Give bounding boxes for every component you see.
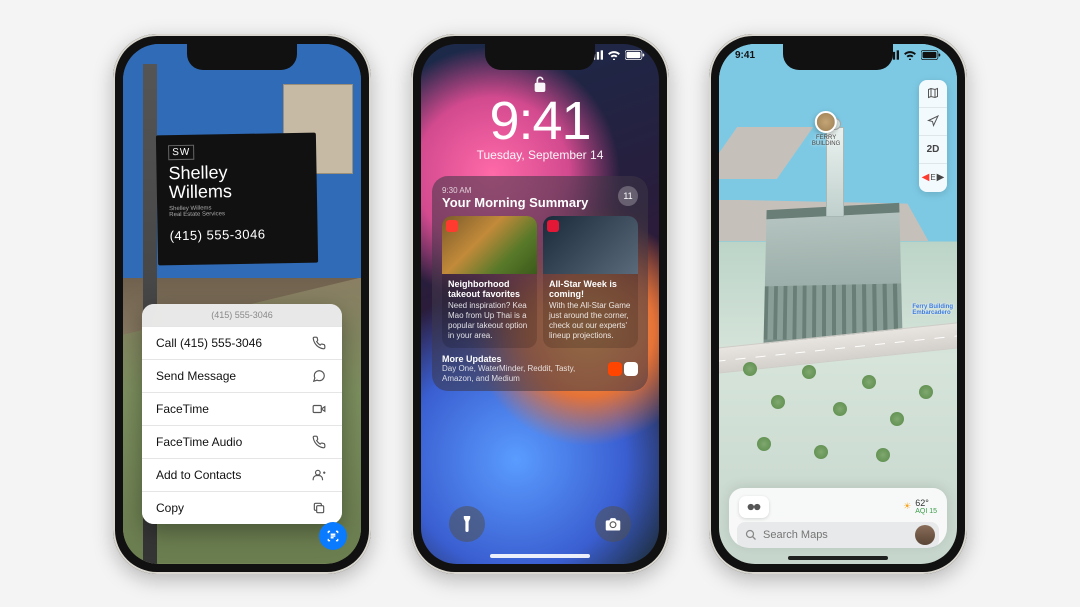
action-label: Add to Contacts — [156, 468, 241, 482]
landmark-marker[interactable]: FERRY BUILDING — [812, 111, 840, 147]
sun-icon: ☀ — [903, 501, 911, 512]
compass-button[interactable]: ◀E▶ — [919, 164, 947, 192]
notch — [783, 44, 893, 70]
copy-icon — [312, 501, 328, 515]
phone-3-maps: 9:41 FERRY BUILDING Ferry Building Embar… — [709, 34, 967, 574]
maps-view[interactable]: 9:41 FERRY BUILDING Ferry Building Embar… — [719, 44, 957, 564]
status-time: 9:41 — [735, 50, 755, 61]
wifi-icon — [607, 50, 621, 60]
camera-viewfinder: SW Shelley Willems Shelley Willems Real … — [123, 44, 361, 564]
look-around-button[interactable] — [739, 496, 769, 518]
app-icon — [624, 362, 638, 376]
aqi: AQI 15 — [915, 508, 937, 515]
wifi-icon — [903, 50, 917, 60]
more-updates[interactable]: More Updates Day One, WaterMinder, Reddi… — [442, 354, 638, 383]
action-label: FaceTime — [156, 402, 209, 416]
notification-summary[interactable]: 9:30 AM Your Morning Summary 11 Neighbor… — [432, 176, 648, 392]
search-card[interactable]: ☀ 62° AQI 15 — [729, 488, 947, 548]
more-desc: Day One, WaterMinder, Reddit, Tasty, Ama… — [442, 364, 602, 383]
action-add-contact[interactable]: Add to Contacts — [142, 458, 342, 491]
home-indicator[interactable] — [788, 556, 888, 560]
battery-icon — [625, 50, 645, 60]
view-mode-button[interactable]: 2D — [919, 136, 947, 164]
more-app-icons — [608, 362, 638, 376]
ferry-building-3d — [763, 208, 902, 346]
temperature: 62° — [915, 499, 937, 508]
action-label: Send Message — [156, 369, 236, 383]
sign-name: Shelley Willems — [168, 161, 305, 201]
more-title: More Updates — [442, 354, 602, 364]
action-facetime[interactable]: FaceTime — [142, 392, 342, 425]
marker-icon — [815, 111, 837, 133]
action-label: Call (415) 555-3046 — [156, 336, 262, 350]
card-desc: Need inspiration? Kea Mao from Up Thai i… — [448, 301, 531, 341]
lock-icon — [532, 74, 548, 94]
marker-label: FERRY BUILDING — [812, 135, 840, 147]
battery-icon — [921, 50, 941, 60]
message-icon — [312, 369, 328, 383]
phone-icon — [312, 435, 328, 449]
card-title: Neighborhood takeout favorites — [448, 279, 531, 300]
card-desc: With the All-Star Game just around the c… — [549, 301, 632, 341]
transit-label[interactable]: Ferry Building Embarcadero — [912, 304, 953, 316]
action-sheet: (415) 555-3046 Call (415) 555-3046 Send … — [142, 304, 342, 524]
map-mode-button[interactable] — [919, 80, 947, 108]
app-badge-icon — [446, 220, 458, 232]
card-image — [543, 216, 638, 274]
profile-avatar[interactable] — [915, 525, 935, 545]
weather-pill[interactable]: ☀ 62° AQI 15 — [903, 499, 937, 515]
summary-count: 11 — [618, 186, 638, 206]
card-image — [442, 216, 537, 274]
card-title: All-Star Week is coming! — [549, 279, 632, 300]
lock-screen: 9:41 Tuesday, September 14 9:30 AM Your … — [421, 44, 659, 564]
action-call[interactable]: Call (415) 555-3046 — [142, 326, 342, 359]
home-indicator[interactable] — [490, 554, 590, 558]
action-label: FaceTime Audio — [156, 435, 242, 449]
live-text-button[interactable] — [319, 522, 347, 550]
contact-add-icon — [312, 468, 328, 482]
sign-phone: (415) 555-3046 — [169, 225, 305, 242]
app-badge-icon — [547, 220, 559, 232]
summary-card-1[interactable]: Neighborhood takeout favorites Need insp… — [442, 216, 537, 349]
sheet-header: (415) 555-3046 — [142, 304, 342, 326]
detected-sign: SW Shelley Willems Shelley Willems Real … — [156, 132, 318, 265]
date: Tuesday, September 14 — [477, 148, 604, 162]
sign-logo: SW — [168, 144, 194, 159]
search-icon — [745, 529, 757, 541]
notch — [485, 44, 595, 70]
notch — [187, 44, 297, 70]
phone-2-lockscreen: 9:41 Tuesday, September 14 9:30 AM Your … — [411, 34, 669, 574]
location-button[interactable] — [919, 108, 947, 136]
search-input[interactable] — [737, 522, 939, 548]
compass-label: E — [930, 173, 935, 182]
video-icon — [312, 402, 328, 416]
summary-title: Your Morning Summary — [442, 195, 588, 210]
action-copy[interactable]: Copy — [142, 491, 342, 524]
phone-icon — [312, 336, 328, 350]
summary-card-2[interactable]: All-Star Week is coming! With the All-St… — [543, 216, 638, 349]
map-controls: 2D ◀E▶ — [919, 80, 947, 192]
action-label: Copy — [156, 501, 184, 515]
flashlight-button[interactable] — [449, 506, 485, 542]
phone-1-livetext: SW Shelley Willems Shelley Willems Real … — [113, 34, 371, 574]
action-facetime-audio[interactable]: FaceTime Audio — [142, 425, 342, 458]
action-message[interactable]: Send Message — [142, 359, 342, 392]
clock: 9:41 — [489, 90, 590, 152]
app-icon — [608, 362, 622, 376]
camera-button[interactable] — [595, 506, 631, 542]
summary-time: 9:30 AM — [442, 186, 588, 195]
sign-subtitle: Shelley Willems Real Estate Services — [169, 203, 305, 217]
